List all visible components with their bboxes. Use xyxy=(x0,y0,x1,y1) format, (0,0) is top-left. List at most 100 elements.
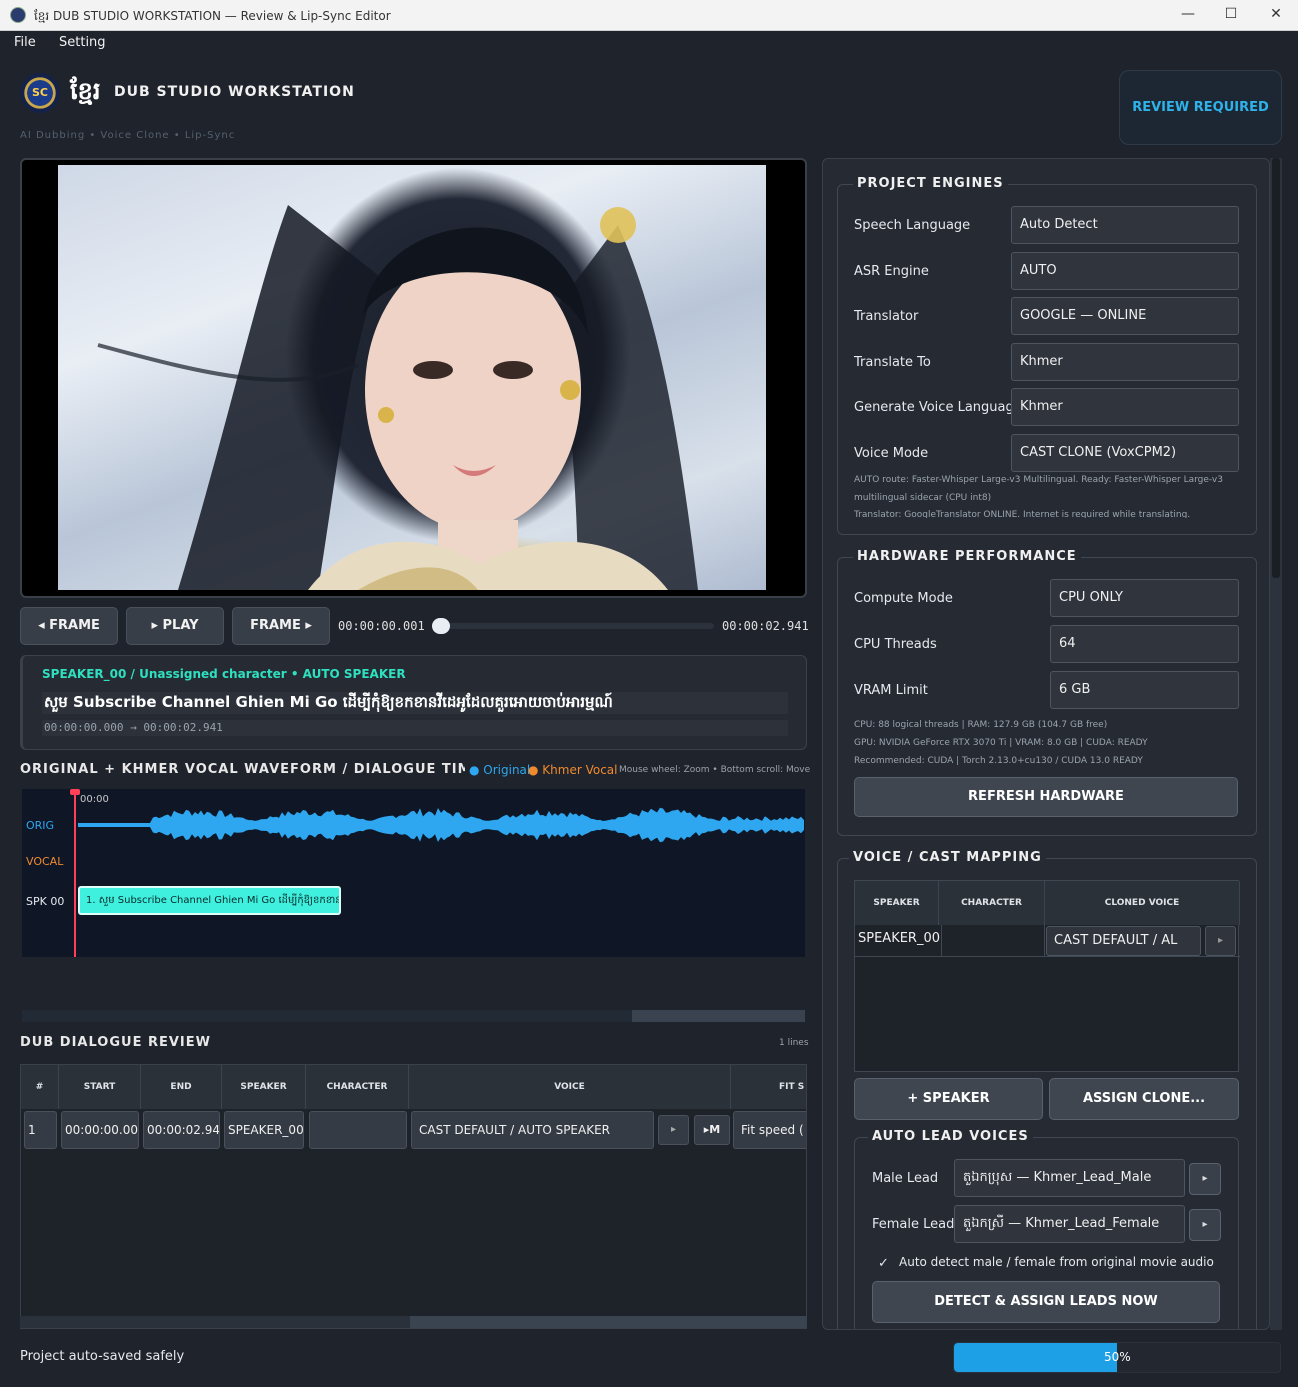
settings-scrollbar[interactable] xyxy=(1270,158,1282,1330)
end-time: 00:00:02.941 xyxy=(722,619,809,633)
speaker-mode: AUTO SPEAKER xyxy=(302,667,406,681)
playhead-handle[interactable] xyxy=(70,789,80,795)
prev-frame-button[interactable]: ◂ FRAME xyxy=(20,607,118,645)
cast-col-character[interactable]: CHARACTER xyxy=(939,881,1045,925)
speech-language-label: Speech Language xyxy=(854,218,971,233)
dialogue-clip[interactable]: 1. សួម Subscribe Channel Ghien Mi Go ដើម… xyxy=(78,886,341,915)
male-lead-label: Male Lead xyxy=(872,1171,939,1186)
app-window: ខ្មែរ DUB STUDIO WORKSTATION — Review & … xyxy=(0,0,1298,1387)
progress-bar: 50% xyxy=(953,1342,1281,1373)
translator-select[interactable]: GOOGLE — ONLINE xyxy=(1011,297,1239,335)
brand-title: DUB STUDIO WORKSTATION xyxy=(114,84,355,100)
hardware-title: HARDWARE PERFORMANCE xyxy=(853,549,1081,564)
table-scrollbar[interactable] xyxy=(20,1316,807,1328)
cast-voice-select[interactable]: CAST DEFAULT / AL xyxy=(1046,926,1201,956)
male-lead-select[interactable]: តួឯកប្រុស — Khmer_Lead_Male xyxy=(954,1159,1185,1197)
row-speaker[interactable]: SPEAKER_00 xyxy=(224,1111,304,1149)
female-lead-label: Female Lead xyxy=(872,1217,955,1232)
asr-route-note: AUTO route: Faster-Whisper Large-v3 Mult… xyxy=(854,475,1223,485)
brand-tagline: AI Dubbing • Voice Clone • Lip-Sync xyxy=(20,130,236,141)
translator-note: Translator: GoogleTranslator ONLINE. Int… xyxy=(854,510,1191,518)
detect-assign-leads-button[interactable]: DETECT & ASSIGN LEADS NOW xyxy=(872,1281,1220,1323)
assign-clone-button[interactable]: ASSIGN CLONE... xyxy=(1049,1078,1239,1120)
translate-to-select[interactable]: Khmer xyxy=(1011,343,1239,381)
waveform-scrollbar[interactable] xyxy=(22,1010,805,1022)
row-fit-select[interactable]: Fit speed ( xyxy=(733,1111,806,1149)
male-lead-play-button[interactable]: ▸ xyxy=(1189,1163,1221,1195)
row-number[interactable]: 1 xyxy=(24,1111,57,1149)
slider-handle[interactable] xyxy=(432,618,450,634)
legend-original: ● Original xyxy=(469,763,531,777)
col-speaker[interactable]: SPEAKER xyxy=(222,1065,306,1109)
current-time: 00:00:00.001 xyxy=(338,619,425,633)
menu-setting[interactable]: Setting xyxy=(59,35,106,50)
cpu-threads-input[interactable]: 64 xyxy=(1050,625,1239,663)
waveform-canvas[interactable]: ORIG VOCAL SPK 00 xyxy=(22,789,805,957)
title-bar: ខ្មែរ DUB STUDIO WORKSTATION — Review & … xyxy=(0,0,1298,31)
play-button[interactable]: ▸ PLAY xyxy=(126,607,224,645)
window-title: ខ្មែរ DUB STUDIO WORKSTATION — Review & … xyxy=(34,9,391,23)
app-icon xyxy=(10,7,26,23)
cast-row-speaker[interactable]: SPEAKER_00 xyxy=(858,931,940,946)
voice-mode-label: Voice Mode xyxy=(854,446,929,461)
timeline-slider[interactable] xyxy=(432,618,714,634)
cast-col-voice[interactable]: CLONED VOICE xyxy=(1045,881,1240,925)
waveform-scroll-thumb[interactable] xyxy=(22,1010,632,1022)
voice-language-label: Generate Voice Language xyxy=(854,400,1022,415)
progress-fill xyxy=(954,1343,1117,1372)
compute-mode-select[interactable]: CPU ONLY xyxy=(1050,579,1239,617)
cast-title: VOICE / CAST MAPPING xyxy=(849,850,1046,865)
asr-engine-label: ASR Engine xyxy=(854,264,929,279)
original-waveform xyxy=(78,807,804,843)
dialogue-table: # START END SPEAKER CHARACTER VOICE FIT … xyxy=(20,1064,807,1329)
female-lead-select[interactable]: តួឯកស្រី — Khmer_Lead_Female xyxy=(954,1205,1185,1243)
subtitle-range: 00:00:00.000 → 00:00:02.941 xyxy=(42,720,788,736)
female-lead-play-button[interactable]: ▸ xyxy=(1189,1209,1221,1241)
auto-detect-label: Auto detect male / female from original … xyxy=(899,1255,1214,1269)
cpu-info: CPU: 88 logical threads | RAM: 127.9 GB … xyxy=(854,720,1108,730)
cast-play-button[interactable]: ▸ xyxy=(1205,926,1236,956)
col-number[interactable]: # xyxy=(21,1065,59,1109)
waveform-title: ORIGINAL + KHMER VOCAL WAVEFORM / DIALOG… xyxy=(20,762,465,777)
row-character[interactable] xyxy=(309,1111,407,1149)
menu-file[interactable]: File xyxy=(14,35,36,50)
row-mute-button[interactable]: ▸M xyxy=(694,1115,730,1145)
row-voice-select[interactable]: CAST DEFAULT / AUTO SPEAKER xyxy=(411,1111,654,1149)
asr-engine-select[interactable]: AUTO xyxy=(1011,252,1239,290)
playhead[interactable] xyxy=(74,789,76,957)
cast-row-character[interactable] xyxy=(941,925,1045,957)
table-scroll-thumb[interactable] xyxy=(20,1316,410,1328)
translate-to-label: Translate To xyxy=(854,355,931,370)
col-end[interactable]: END xyxy=(141,1065,222,1109)
voice-language-select[interactable]: Khmer xyxy=(1011,388,1239,426)
col-fit[interactable]: FIT S xyxy=(731,1065,806,1109)
col-voice[interactable]: VOICE xyxy=(409,1065,731,1109)
speech-language-select[interactable]: Auto Detect xyxy=(1011,206,1239,244)
recommended-info: Recommended: CUDA | Torch 2.13.0+cu130 /… xyxy=(854,756,1143,766)
minimize-button[interactable]: — xyxy=(1178,6,1198,22)
current-character: Unassigned character xyxy=(139,667,287,681)
menu-bar: File Setting xyxy=(0,31,1298,55)
row-start[interactable]: 00:00:00.000 xyxy=(61,1111,139,1149)
row-play-button[interactable]: ▸ xyxy=(658,1115,689,1145)
waveform-hint: Mouse wheel: Zoom • Bottom scroll: Move xyxy=(619,765,811,775)
maximize-button[interactable]: ☐ xyxy=(1221,6,1241,22)
time-marker: 00:00 xyxy=(80,794,109,805)
subtitle-text[interactable]: សួម Subscribe Channel Ghien Mi Go ដើម្បី… xyxy=(42,692,788,714)
voice-mode-select[interactable]: CAST CLONE (VoxCPM2) xyxy=(1011,434,1239,472)
col-start[interactable]: START xyxy=(59,1065,141,1109)
brand-khmer: ខ្មែរ xyxy=(70,77,101,105)
close-button[interactable]: ✕ xyxy=(1266,6,1286,22)
auto-detect-checkbox[interactable]: ✓ xyxy=(878,1256,889,1271)
refresh-hardware-button[interactable]: REFRESH HARDWARE xyxy=(854,777,1238,817)
add-speaker-button[interactable]: + SPEAKER xyxy=(854,1078,1043,1120)
settings-scroll-thumb[interactable] xyxy=(1272,158,1280,578)
asr-sidecar-note: multilingual sidecar (CPU int8) xyxy=(854,493,992,503)
row-end[interactable]: 00:00:02.941 xyxy=(143,1111,220,1149)
cast-col-speaker[interactable]: SPEAKER xyxy=(855,881,939,925)
col-character[interactable]: CHARACTER xyxy=(306,1065,409,1109)
next-frame-button[interactable]: FRAME ▸ xyxy=(232,607,330,645)
review-required-badge[interactable]: REVIEW REQUIRED xyxy=(1119,70,1282,145)
portrait-illustration xyxy=(97,205,698,590)
vram-limit-select[interactable]: 6 GB xyxy=(1050,671,1239,709)
